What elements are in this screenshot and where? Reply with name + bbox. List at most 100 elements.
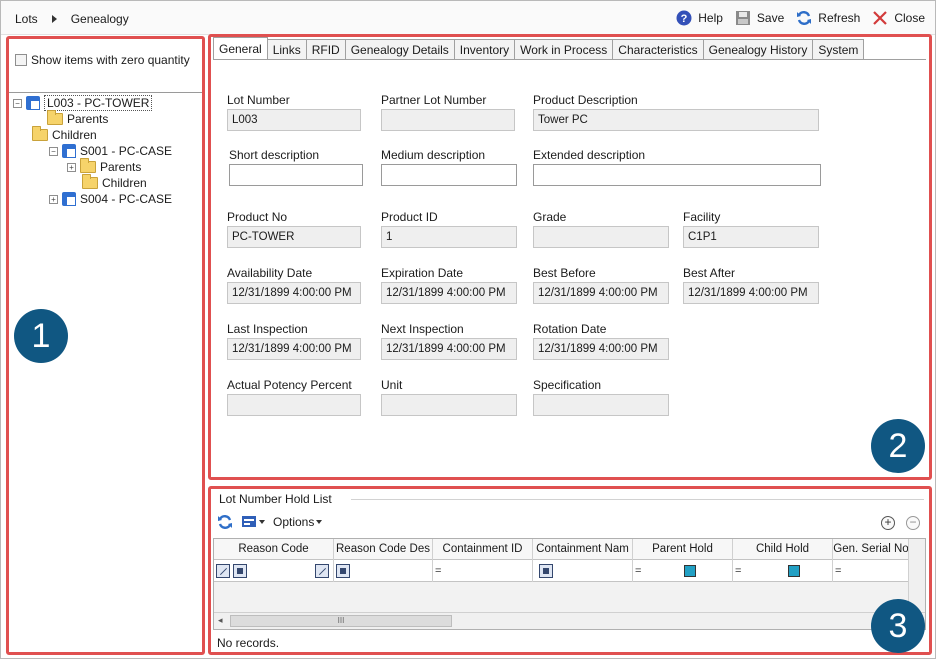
- medium-description-label: Medium description: [381, 148, 486, 162]
- lot-icon: [62, 192, 76, 206]
- divider: [9, 92, 202, 93]
- lot-number-label: Lot Number: [227, 93, 290, 107]
- tree-node-label: L003 - PC-TOWER: [44, 95, 153, 111]
- tab-inventory[interactable]: Inventory: [453, 39, 516, 60]
- tree-node-parents[interactable]: Parents: [47, 110, 109, 127]
- expand-icon[interactable]: +: [49, 194, 58, 204]
- short-description-input[interactable]: [229, 164, 363, 186]
- best-after-field: Best After 12/31/1899 4:00:00 PM: [683, 266, 819, 304]
- grade-field: Grade: [533, 210, 669, 248]
- vertical-scrollbar[interactable]: [908, 539, 925, 611]
- equals-operator-icon[interactable]: =: [435, 565, 445, 577]
- column-child-hold[interactable]: Child Hold: [733, 539, 833, 560]
- tab-genealogy-history[interactable]: Genealogy History: [702, 39, 814, 60]
- best-after-value: 12/31/1899 4:00:00 PM: [683, 282, 819, 304]
- divider: [351, 499, 924, 500]
- help-label: Help: [698, 11, 723, 25]
- facility-field: Facility C1P1: [683, 210, 819, 248]
- tab-work-in-process[interactable]: Work in Process: [514, 39, 614, 60]
- save-button[interactable]: Save: [735, 10, 784, 26]
- expand-icon[interactable]: +: [67, 162, 76, 172]
- column-containment-name[interactable]: Containment Nam: [533, 539, 633, 560]
- parent-hold-filter-checkbox[interactable]: [684, 565, 696, 577]
- collapse-icon[interactable]: −: [13, 98, 22, 108]
- filter-operator-icon[interactable]: [233, 564, 247, 578]
- specification-value: [533, 394, 669, 416]
- filter-operator-icon[interactable]: [539, 564, 553, 578]
- product-id-label: Product ID: [381, 210, 438, 224]
- tab-rfid[interactable]: RFID: [305, 39, 346, 60]
- extended-description-field: Extended description: [533, 148, 821, 186]
- specification-field: Specification: [533, 378, 669, 416]
- column-gen-serial-no[interactable]: Gen. Serial No: [833, 539, 909, 560]
- refresh-button[interactable]: Refresh: [796, 10, 860, 26]
- actual-potency-percent-value: [227, 394, 361, 416]
- column-containment-id[interactable]: Containment ID: [433, 539, 533, 560]
- tree-node-root-lot[interactable]: − L003 - PC-TOWER: [13, 95, 153, 111]
- tree-node-child-lot-s004[interactable]: + S004 - PC-CASE: [49, 191, 172, 207]
- filter-reason-code-des: [334, 560, 433, 582]
- lot-number-field: Lot Number L003: [227, 93, 361, 131]
- collapse-icon[interactable]: −: [49, 146, 58, 156]
- tab-divider: [213, 59, 926, 60]
- extended-description-label: Extended description: [533, 148, 646, 162]
- short-description-field: Short description: [229, 148, 363, 186]
- availability-date-label: Availability Date: [227, 266, 313, 280]
- close-icon: [873, 11, 888, 25]
- tree-node-label: Children: [102, 176, 147, 190]
- medium-description-input[interactable]: [381, 164, 517, 186]
- filter-parent-hold: =: [633, 560, 733, 582]
- help-button[interactable]: ? Help: [676, 10, 723, 26]
- column-reason-code-des[interactable]: Reason Code Des: [334, 539, 433, 560]
- close-button[interactable]: Close: [872, 10, 925, 26]
- tree-node-label: S004 - PC-CASE: [80, 192, 173, 206]
- partner-lot-number-value: [381, 109, 515, 131]
- best-before-value: 12/31/1899 4:00:00 PM: [533, 282, 669, 304]
- tree-node-label: Parents: [67, 112, 109, 126]
- tree-node-children[interactable]: Children: [32, 126, 97, 143]
- refresh-icon[interactable]: [217, 514, 233, 530]
- show-zero-quantity-checkbox[interactable]: [15, 54, 27, 66]
- breadcrumb-genealogy: Genealogy: [70, 12, 129, 26]
- actual-potency-percent-field: Actual Potency Percent: [227, 378, 361, 416]
- facility-value: C1P1: [683, 226, 819, 248]
- product-id-value: 1: [381, 226, 517, 248]
- grid-header-row: Reason Code Reason Code Des Containment …: [214, 539, 909, 560]
- last-inspection-field: Last Inspection 12/31/1899 4:00:00 PM: [227, 322, 361, 360]
- tree-node-s001-children[interactable]: Children: [82, 174, 147, 191]
- equals-operator-icon[interactable]: =: [835, 565, 845, 577]
- next-inspection-label: Next Inspection: [381, 322, 464, 336]
- tab-characteristics[interactable]: Characteristics: [612, 39, 704, 60]
- tree-node-child-lot-s001[interactable]: − S001 - PC-CASE: [49, 143, 172, 159]
- equals-operator-icon[interactable]: =: [635, 565, 645, 577]
- partner-lot-number-field: Partner Lot Number: [381, 93, 515, 131]
- close-label: Close: [894, 11, 925, 25]
- scrollbar-thumb[interactable]: III: [230, 615, 452, 627]
- tab-system[interactable]: System: [812, 39, 865, 60]
- scroll-left-icon[interactable]: ◂: [218, 615, 223, 626]
- breadcrumb-lots[interactable]: Lots: [15, 12, 38, 26]
- filter-clear-icon[interactable]: [315, 564, 329, 578]
- column-parent-hold[interactable]: Parent Hold: [633, 539, 733, 560]
- unit-field: Unit: [381, 378, 517, 416]
- tab-links[interactable]: Links: [266, 39, 307, 60]
- equals-operator-icon[interactable]: =: [735, 565, 745, 577]
- show-zero-quantity-toggle[interactable]: Show items with zero quantity: [15, 53, 190, 67]
- filter-operator-icon[interactable]: [336, 564, 350, 578]
- column-reason-code[interactable]: Reason Code: [214, 539, 334, 560]
- remove-hold-button[interactable]: −: [906, 516, 920, 530]
- best-after-label: Best After: [683, 266, 736, 280]
- horizontal-scrollbar[interactable]: ◂ III: [214, 612, 925, 629]
- tree-node-s001-parents[interactable]: + Parents: [67, 158, 141, 175]
- filter-clear-icon[interactable]: [216, 564, 230, 578]
- extended-description-input[interactable]: [533, 164, 821, 186]
- child-hold-filter-checkbox[interactable]: [788, 565, 800, 577]
- filter-containment-id: =: [433, 560, 533, 582]
- options-menu-button[interactable]: Options: [273, 515, 323, 529]
- tab-general[interactable]: General: [213, 37, 268, 60]
- folder-icon: [82, 174, 98, 189]
- tab-genealogy-details[interactable]: Genealogy Details: [344, 39, 455, 60]
- add-hold-button[interactable]: +: [881, 516, 895, 530]
- filter-reason-code: [214, 560, 334, 582]
- layout-menu-button[interactable]: [241, 514, 265, 530]
